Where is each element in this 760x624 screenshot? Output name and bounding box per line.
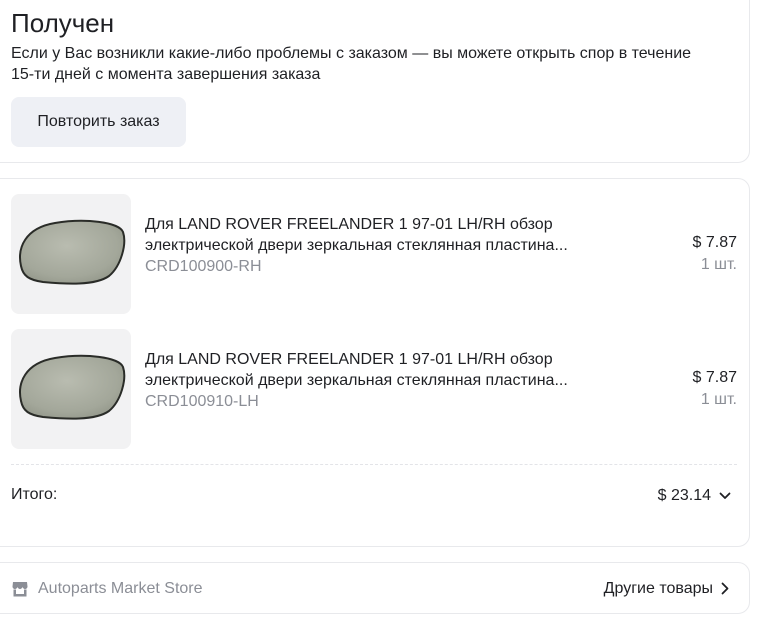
repeat-order-button[interactable]: Повторить заказ	[11, 97, 186, 147]
product-price: $ 7.87	[692, 234, 737, 251]
order-status-card: Получен Если у Вас возникли какие-либо п…	[0, 0, 750, 163]
store-link[interactable]: Autoparts Market Store	[11, 578, 203, 599]
product-image[interactable]	[11, 329, 131, 449]
other-products-link[interactable]: Другие товары	[604, 578, 729, 599]
product-sku: CRD100900-RH	[145, 258, 262, 275]
product-quantity: 1 шт.	[700, 256, 737, 273]
total-label: Итого:	[11, 486, 58, 503]
summary-divider	[11, 464, 737, 465]
order-items-card: Для LAND ROVER FREELANDER 1 97-01 LH/RH …	[0, 178, 750, 547]
product-title[interactable]: Для LAND ROVER FREELANDER 1 97-01 LH/RH …	[145, 349, 625, 391]
total-value: $ 23.14	[657, 487, 711, 504]
total-toggle[interactable]: $ 23.14	[658, 485, 731, 506]
product-sku: CRD100910-LH	[145, 393, 259, 410]
chevron-right-icon	[721, 582, 729, 595]
dispute-info-text: Если у Вас возникли какие-либо проблемы …	[11, 45, 692, 83]
product-title[interactable]: Для LAND ROVER FREELANDER 1 97-01 LH/RH …	[145, 214, 625, 256]
product-image[interactable]	[11, 194, 131, 314]
order-item[interactable]: Для LAND ROVER FREELANDER 1 97-01 LH/RH …	[11, 329, 737, 449]
other-products-label: Другие товары	[603, 580, 713, 597]
chevron-down-icon	[719, 492, 731, 499]
store-card: Autoparts Market Store Другие товары	[0, 562, 750, 614]
store-icon	[12, 581, 28, 596]
mirror-glass-image	[19, 354, 126, 420]
product-quantity: 1 шт.	[700, 391, 737, 408]
product-price: $ 7.87	[692, 369, 737, 386]
order-item[interactable]: Для LAND ROVER FREELANDER 1 97-01 LH/RH …	[11, 194, 737, 314]
order-status-title: Получен	[11, 8, 115, 38]
mirror-glass-image	[19, 219, 126, 285]
store-name: Autoparts Market Store	[38, 580, 203, 597]
